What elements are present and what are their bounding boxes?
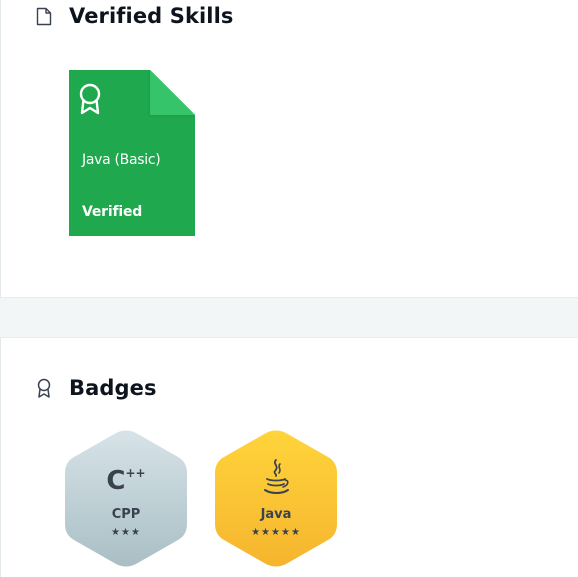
document-icon [35, 6, 53, 26]
badge-name: Java [260, 507, 292, 522]
ribbon-award-icon [35, 378, 53, 398]
verified-skills-header: Verified Skills [35, 4, 234, 28]
ribbon-award-icon [79, 83, 101, 115]
skill-card-fold [150, 70, 195, 115]
badges-title: Badges [69, 376, 157, 400]
badge-hexagon [215, 430, 337, 567]
badge-name: CPP [111, 507, 141, 522]
skill-name: Java (Basic) [82, 152, 161, 168]
verified-skills-title: Verified Skills [69, 4, 234, 28]
skill-status: Verified [82, 204, 143, 220]
badge-stars: ★★★ [111, 527, 141, 538]
cpp-logo-icon: C++ [106, 466, 146, 496]
badge-java[interactable]: Java ★★★★★ [214, 430, 338, 567]
badge-hexagon [65, 430, 187, 567]
java-cup-icon [264, 459, 289, 494]
badge-cpp[interactable]: C++ CPP ★★★ [64, 430, 188, 567]
badge-stars: ★★★★★ [251, 527, 301, 538]
badges-header: Badges [35, 376, 157, 400]
